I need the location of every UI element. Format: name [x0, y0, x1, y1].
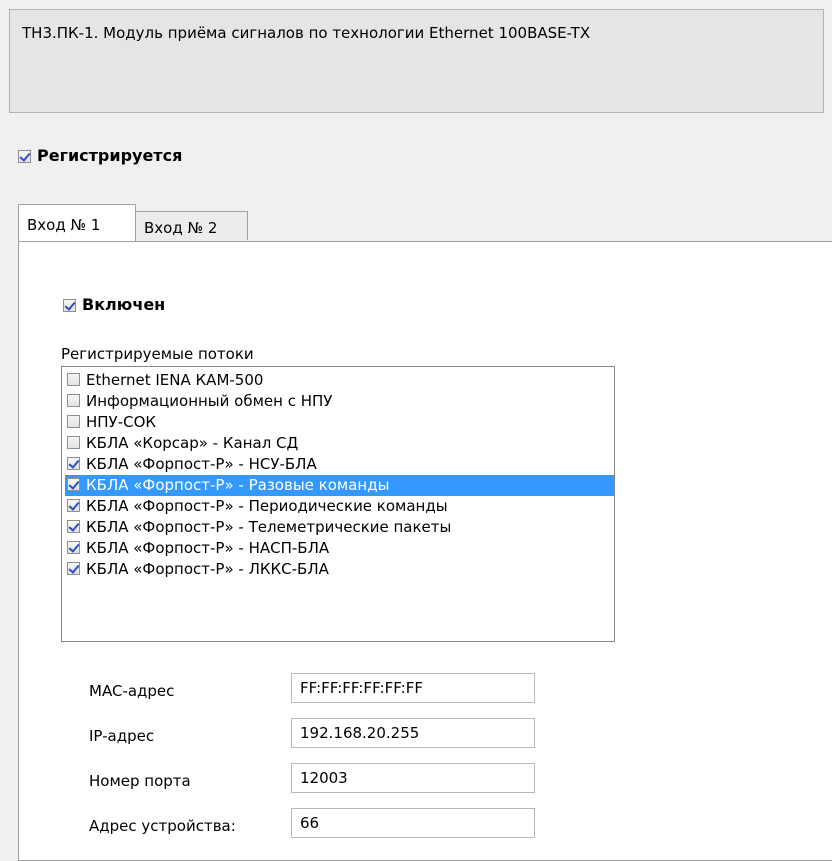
stream-checkbox[interactable]: [67, 457, 80, 470]
stream-label: КБЛА «Форпост-Р» - ЛККС-БЛА: [86, 560, 329, 578]
registered-checkbox-row[interactable]: Регистрируется: [18, 146, 182, 165]
tab-input-2[interactable]: Вход № 2: [135, 211, 248, 240]
stream-list-item[interactable]: КБЛА «Форпост-Р» - Телеметрические пакет…: [62, 517, 614, 538]
tab-panel-input-1: Включен Регистрируемые потоки Ethernet I…: [18, 241, 832, 861]
mac-label: MAC-адрес: [89, 682, 175, 700]
stream-label: Информационный обмен с НПУ: [86, 392, 333, 410]
stream-checkbox[interactable]: [67, 415, 80, 428]
stream-label: НПУ-СОК: [86, 413, 157, 431]
stream-list-item[interactable]: КБЛА «Форпост-Р» - НСУ-БЛА: [62, 454, 614, 475]
stream-list-item[interactable]: КБЛА «Форпост-Р» - ЛККС-БЛА: [62, 559, 614, 580]
ip-label: IP-адрес: [89, 727, 155, 745]
device-address-label: Адрес устройства:: [89, 817, 236, 835]
stream-label: КБЛА «Форпост-Р» - Разовые команды: [86, 476, 390, 494]
stream-list-item[interactable]: КБЛА «Форпост-Р» - Разовые команды: [65, 475, 614, 496]
registered-checkbox[interactable]: [18, 150, 31, 163]
stream-label: КБЛА «Форпост-Р» - НСУ-БЛА: [86, 455, 317, 473]
stream-label: КБЛА «Корсар» - Канал СД: [86, 434, 299, 452]
mac-input[interactable]: [291, 673, 535, 703]
port-input[interactable]: [291, 763, 535, 793]
tab-input-1[interactable]: Вход № 1: [18, 204, 136, 241]
enabled-checkbox-row[interactable]: Включен: [63, 295, 165, 314]
stream-checkbox[interactable]: [67, 373, 80, 386]
stream-checkbox[interactable]: [67, 562, 80, 575]
stream-label: Ethernet IENA КАМ-500: [86, 371, 264, 389]
stream-checkbox[interactable]: [67, 478, 80, 491]
stream-list-item[interactable]: КБЛА «Форпост-Р» - Периодические команды: [62, 496, 614, 517]
stream-list-item[interactable]: НПУ-СОК: [62, 412, 614, 433]
module-description: ТН3.ПК-1. Модуль приёма сигналов по техн…: [9, 9, 824, 113]
device-address-input[interactable]: [291, 808, 535, 838]
stream-label: КБЛА «Форпост-Р» - НАСП-БЛА: [86, 539, 330, 557]
stream-list-item[interactable]: Ethernet IENA КАМ-500: [62, 370, 614, 391]
stream-checkbox[interactable]: [67, 499, 80, 512]
ip-input[interactable]: [291, 718, 535, 748]
stream-checkbox[interactable]: [67, 436, 80, 449]
stream-checkbox[interactable]: [67, 520, 80, 533]
enabled-label: Включен: [82, 295, 166, 314]
stream-checkbox[interactable]: [67, 394, 80, 407]
stream-label: КБЛА «Форпост-Р» - Телеметрические пакет…: [86, 518, 452, 536]
registered-label: Регистрируется: [37, 146, 183, 165]
module-description-text: ТН3.ПК-1. Модуль приёма сигналов по техн…: [22, 24, 591, 42]
streams-label: Регистрируемые потоки: [61, 345, 254, 363]
enabled-checkbox[interactable]: [63, 299, 76, 312]
stream-checkbox[interactable]: [67, 541, 80, 554]
stream-list-item[interactable]: КБЛА «Форпост-Р» - НАСП-БЛА: [62, 538, 614, 559]
stream-list-item[interactable]: Информационный обмен с НПУ: [62, 391, 614, 412]
stream-list-item[interactable]: КБЛА «Корсар» - Канал СД: [62, 433, 614, 454]
stream-label: КБЛА «Форпост-Р» - Периодические команды: [86, 497, 448, 515]
streams-listbox[interactable]: Ethernet IENA КАМ-500 Информационный обме…: [61, 366, 615, 642]
port-label: Номер порта: [89, 772, 191, 790]
